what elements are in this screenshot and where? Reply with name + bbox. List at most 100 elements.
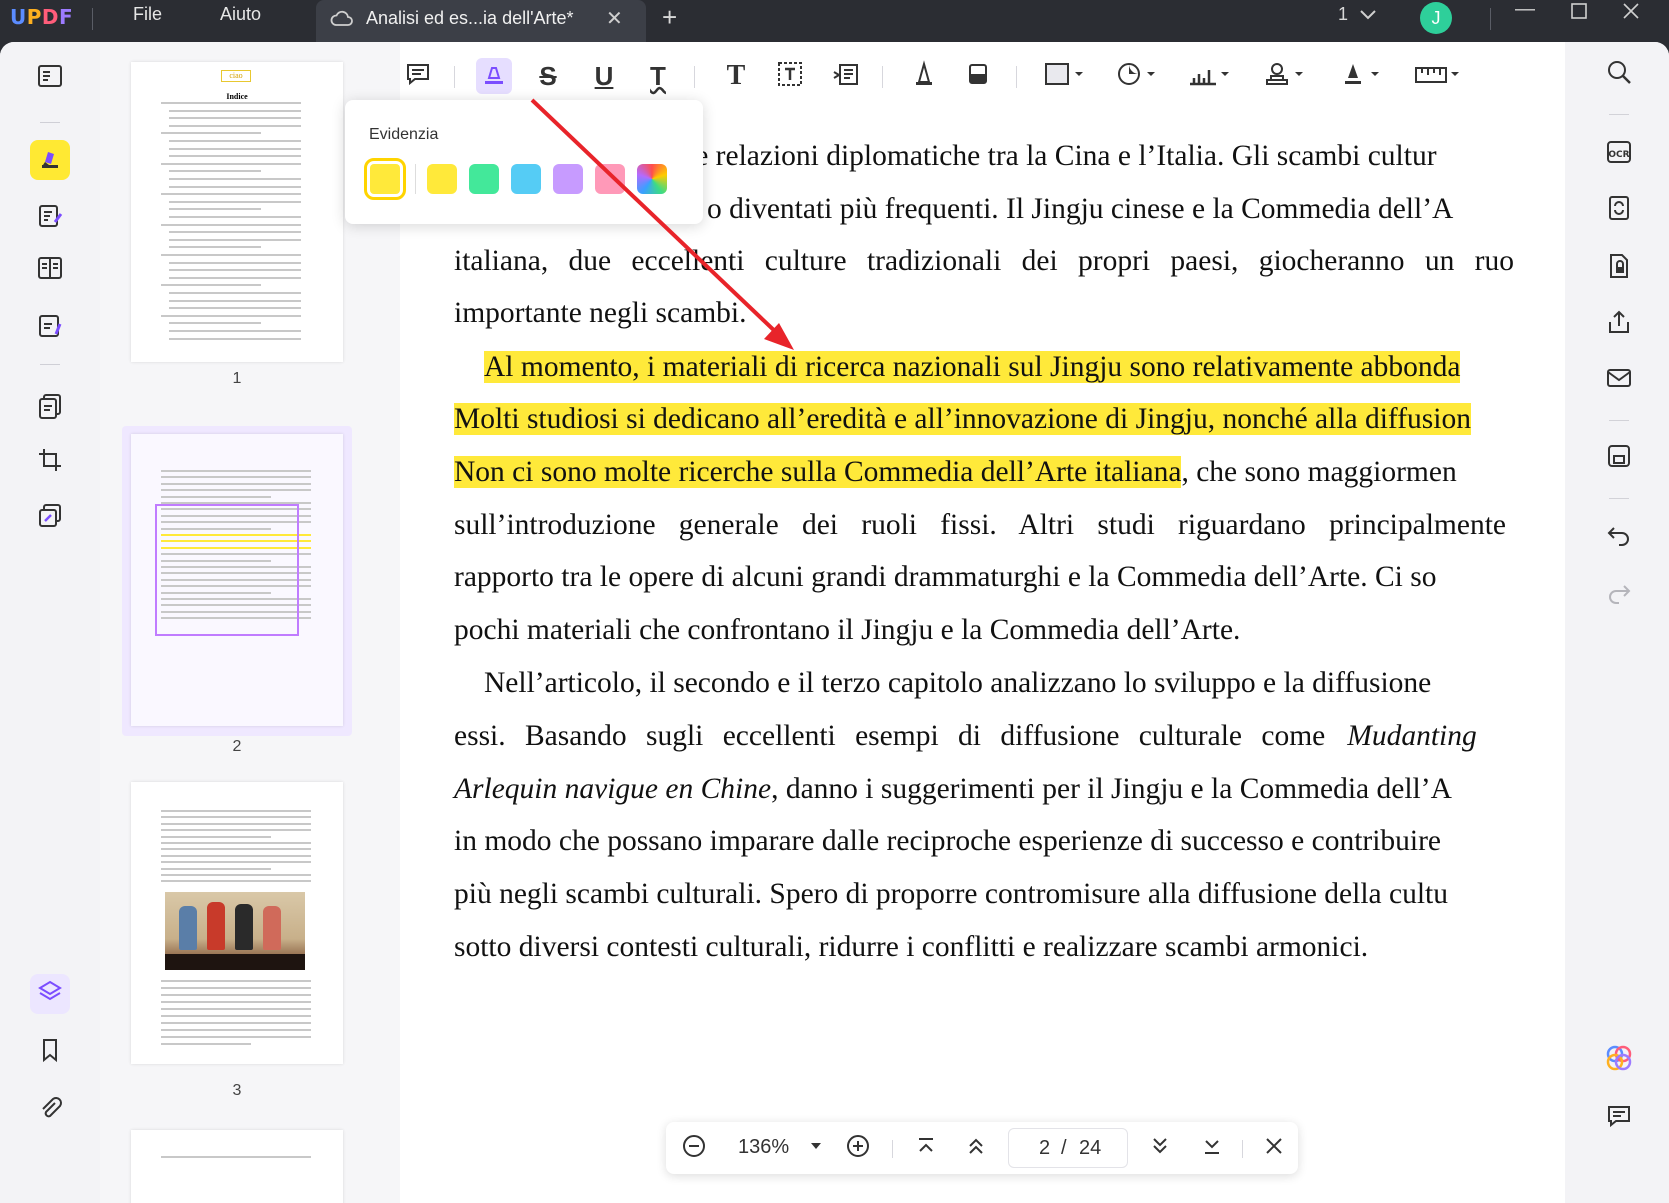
measure-tool[interactable] — [1182, 58, 1236, 94]
redo-button[interactable] — [1603, 578, 1635, 610]
thumb-toc-title: Indice — [226, 92, 248, 101]
sign-mode-button[interactable] — [30, 308, 70, 348]
stamp-tool[interactable] — [1258, 58, 1312, 94]
maximize-icon[interactable] — [1570, 2, 1588, 26]
form-mode-button[interactable] — [30, 250, 70, 290]
thumb-line — [161, 223, 301, 226]
crop-button[interactable] — [30, 442, 70, 482]
ocr-button[interactable]: OCR — [1603, 138, 1635, 170]
thumbnail-page-2[interactable] — [131, 434, 343, 726]
protect-button[interactable] — [1603, 252, 1635, 284]
close-window-icon[interactable] — [1622, 2, 1640, 26]
ruler-tool[interactable] — [1410, 58, 1466, 94]
share-button[interactable] — [1603, 308, 1635, 340]
thumbnail-page-4[interactable] — [131, 1130, 343, 1203]
comment-mode-button[interactable] — [30, 140, 70, 180]
highlight-span[interactable]: Molti studiosi si dedicano all’eredità e… — [454, 403, 1471, 435]
save-button[interactable] — [1603, 442, 1635, 474]
close-navbar-button[interactable] — [1258, 1132, 1290, 1164]
signature-icon — [1339, 60, 1383, 93]
toolbar-divider — [882, 66, 883, 88]
document-tab[interactable]: Analisi ed es...ia dell'Arte* ✕ — [316, 0, 646, 42]
first-page-button[interactable] — [910, 1132, 942, 1164]
chevron-down-icon — [1353, 4, 1377, 24]
search-icon — [1605, 58, 1633, 91]
thumbnail-page-1[interactable]: ciao Indice — [131, 62, 343, 362]
thumb-line — [169, 231, 301, 234]
color-swatch-yellow[interactable] — [427, 164, 457, 194]
ai-assistant-button[interactable] — [1603, 1044, 1635, 1076]
squiggly-tool[interactable]: T — [640, 58, 676, 94]
zoom-out-icon — [681, 1133, 707, 1164]
next-page-button[interactable] — [1144, 1132, 1176, 1164]
email-button[interactable] — [1603, 364, 1635, 396]
sticker-tool[interactable] — [1110, 58, 1164, 94]
rail-divider — [40, 364, 60, 365]
total-pages: 24 — [1079, 1137, 1102, 1159]
color-swatch-green[interactable] — [469, 164, 499, 194]
strikethrough-tool[interactable]: S — [530, 58, 566, 94]
zoom-out-button[interactable] — [678, 1132, 710, 1164]
minimize-icon[interactable]: — — [1515, 0, 1535, 21]
zoom-dropdown[interactable] — [800, 1132, 832, 1164]
zoom-in-button[interactable] — [842, 1132, 874, 1164]
menu-help[interactable]: Aiuto — [220, 4, 261, 25]
highlight-span[interactable]: Al momento, i materiali di ricerca nazio… — [484, 351, 1461, 383]
page-dropdown[interactable]: 1 — [1338, 4, 1377, 25]
previous-page-button[interactable] — [960, 1132, 992, 1164]
thumb-line — [169, 238, 301, 241]
textbox-tool[interactable] — [772, 58, 808, 94]
zoom-level[interactable]: 136% — [738, 1136, 789, 1159]
thumb-line — [161, 880, 311, 883]
squiggly-icon: T — [650, 60, 666, 91]
signature-tool[interactable] — [1334, 58, 1388, 94]
pen-page-icon — [36, 312, 64, 345]
page-number-input[interactable]: 2 / 24 — [1008, 1128, 1128, 1168]
color-swatch-pink[interactable] — [595, 164, 625, 194]
bookmark-button[interactable] — [30, 1032, 70, 1072]
menu-file[interactable]: File — [133, 4, 162, 25]
comment-tool[interactable] — [400, 58, 436, 94]
tab-close-icon[interactable]: ✕ — [606, 6, 623, 31]
text-callout-tool[interactable] — [828, 58, 864, 94]
organize-pages-button[interactable] — [30, 388, 70, 428]
undo-button[interactable] — [1603, 520, 1635, 552]
share-icon — [1605, 308, 1633, 341]
text-tool[interactable]: T — [718, 58, 754, 94]
thumb-line — [161, 1036, 311, 1038]
color-swatch-purple[interactable] — [553, 164, 583, 194]
thumb-line — [161, 476, 311, 479]
underline-tool[interactable]: U — [586, 58, 622, 94]
color-swatch-blue[interactable] — [511, 164, 541, 194]
color-swatch-custom[interactable] — [637, 164, 667, 194]
layers-button[interactable] — [30, 974, 70, 1014]
thumb-line — [161, 810, 311, 812]
new-tab-button[interactable]: + — [662, 2, 677, 33]
thumbnail-page-3[interactable] — [131, 782, 343, 1064]
shape-tool[interactable] — [1038, 58, 1092, 94]
reader-mode-button[interactable] — [30, 58, 70, 98]
thumb-opera-image — [165, 892, 305, 970]
highlight-tool[interactable] — [476, 58, 512, 94]
redo-icon — [1605, 578, 1633, 611]
edit-mode-button[interactable] — [30, 198, 70, 238]
page-separator: / — [1061, 1137, 1067, 1159]
tools-button[interactable] — [30, 498, 70, 538]
attachment-button[interactable] — [30, 1090, 70, 1130]
rail-divider — [40, 122, 60, 123]
double-chevron-down-icon — [1149, 1135, 1171, 1162]
thumb-line — [169, 170, 261, 173]
thumb-line — [169, 330, 301, 332]
cloud-icon — [330, 8, 354, 35]
highlight-span[interactable]: Non ci sono molte ricerche sulla Commedi… — [454, 456, 1182, 488]
highlighter-icon — [481, 61, 507, 92]
search-button[interactable] — [1603, 58, 1635, 90]
convert-button[interactable] — [1603, 194, 1635, 226]
ai-icon — [1604, 1043, 1634, 1078]
user-avatar[interactable]: J — [1420, 2, 1452, 34]
color-swatch-yellow-selected[interactable] — [364, 158, 406, 200]
eraser-tool[interactable] — [960, 58, 996, 94]
comments-list-button[interactable] — [1603, 1102, 1635, 1134]
pencil-tool[interactable] — [906, 58, 942, 94]
last-page-button[interactable] — [1196, 1132, 1228, 1164]
